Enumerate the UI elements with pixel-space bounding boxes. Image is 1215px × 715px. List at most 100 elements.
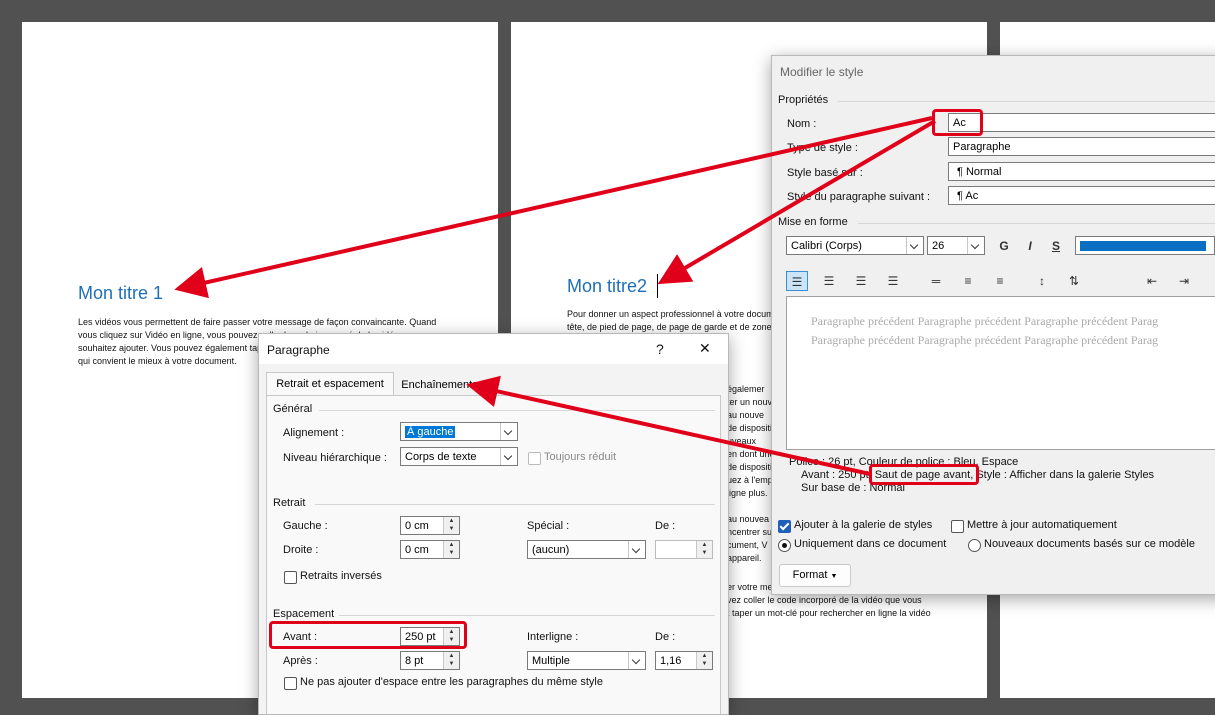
dialog-title: Modifier le style (780, 65, 864, 79)
checkbox-ne-pas-ajouter[interactable] (284, 677, 297, 690)
desc-avant: Avant : 250 pt, (801, 469, 875, 481)
de2-input[interactable]: 1,16 ▲ ▼ (655, 651, 713, 670)
chevron-down-icon[interactable] (906, 237, 923, 254)
align-center-button[interactable]: ☰ (818, 271, 840, 291)
style-base-select[interactable]: ¶ Normal (948, 162, 1215, 181)
spacing-increase-icon[interactable]: ↕ (1031, 271, 1053, 291)
spinner-icon[interactable]: ▲ ▼ (696, 652, 712, 669)
close-icon[interactable]: ✕ (699, 340, 711, 357)
chevron-down-icon[interactable] (628, 541, 645, 558)
divider (339, 615, 715, 616)
size-value: 26 (932, 240, 945, 252)
gauche-input[interactable]: 0 cm ▲ ▼ (400, 516, 460, 535)
ne-pas-ajouter-label[interactable]: Ne pas ajouter d'espace entre les paragr… (300, 676, 603, 688)
uniquement-document-label[interactable]: Uniquement dans ce document (794, 538, 946, 550)
align-right-button[interactable]: ☰ (850, 271, 872, 291)
type-style-label: Type de style : (787, 142, 858, 154)
font-value: Calibri (Corps) (791, 240, 862, 252)
apres-label: Après : (283, 655, 318, 667)
caret-down-icon: ▼ (830, 573, 838, 580)
spinner-icon[interactable]: ▲ ▼ (443, 517, 459, 534)
mettre-a-jour-label[interactable]: Mettre à jour automatiquement (967, 519, 1117, 531)
interligne-value: Multiple (532, 655, 570, 667)
section-general: Général (273, 403, 313, 415)
highlight-saut-de-page (869, 464, 979, 485)
checkbox-retraits-inverses[interactable] (284, 571, 297, 584)
nouveaux-documents-label[interactable]: Nouveaux documents basés sur ce modèle (984, 538, 1195, 550)
nom-label: Nom : (787, 118, 817, 130)
style-suivant-select[interactable]: ¶ Ac (948, 186, 1215, 205)
divider (838, 101, 1215, 102)
ajouter-galerie-label[interactable]: Ajouter à la galerie de styles (794, 519, 932, 531)
checkbox-ajouter-galerie[interactable] (778, 520, 791, 533)
help-icon[interactable]: ? (656, 341, 664, 357)
heading-mon-titre-1[interactable]: Mon titre 1 (78, 283, 163, 304)
line-spacing-onehalf-button[interactable]: ≡ (957, 271, 979, 291)
special-select[interactable]: (aucun) (527, 540, 646, 559)
radio-uniquement-document[interactable] (778, 539, 791, 552)
underline-button[interactable]: S (1045, 236, 1067, 256)
align-left-button[interactable]: ☰ (786, 271, 808, 291)
divider (319, 410, 715, 411)
line-spacing-double-button[interactable]: ≡ (989, 271, 1011, 291)
gauche-value: 0 cm (405, 520, 429, 532)
indent-decrease-icon[interactable]: ⇤ (1141, 271, 1163, 291)
spacing-decrease-icon[interactable]: ⇅ (1063, 271, 1085, 291)
spinner-icon[interactable]: ▲ ▼ (443, 541, 459, 558)
section-mise-en-forme: Mise en forme (778, 216, 848, 228)
style-suivant-label: Style du paragraphe suivant : (787, 191, 931, 203)
font-color-picker[interactable] (1075, 236, 1215, 255)
spinner-icon[interactable]: ▲ ▼ (696, 541, 712, 558)
paragraphe-dialog: Paragraphe ? ✕ Retrait et espacement Enc… (258, 333, 729, 715)
size-select[interactable]: 26 (927, 236, 985, 255)
tab-enchainements-label: Enchaînements (401, 379, 478, 391)
text-cursor (657, 274, 658, 298)
special-value: (aucun) (532, 544, 570, 556)
highlight-avant (269, 621, 467, 649)
gauche-label: Gauche : (283, 520, 328, 532)
bold-button[interactable]: G (993, 236, 1015, 256)
niveau-select[interactable]: Corps de texte (400, 447, 518, 466)
style-base-label: Style basé sur : (787, 167, 863, 179)
divider (315, 504, 715, 505)
chevron-down-icon[interactable] (500, 448, 517, 465)
chevron-down-icon[interactable] (628, 652, 645, 669)
format-button[interactable]: Format ▼ (779, 564, 851, 587)
section-proprietes: Propriétés (778, 94, 829, 106)
de-input[interactable]: ▲ ▼ (655, 540, 713, 559)
interligne-select[interactable]: Multiple (527, 651, 646, 670)
alignement-select[interactable]: À gauche (400, 422, 518, 441)
section-espacement: Espacement (273, 608, 335, 620)
color-swatch (1080, 241, 1206, 251)
retraits-inverses-label[interactable]: Retraits inversés (300, 570, 382, 582)
droite-label: Droite : (283, 544, 319, 556)
modifier-style-dialog: Modifier le style Propriétés Nom : Ac Ty… (771, 55, 1215, 595)
type-style-select[interactable]: Paragraphe (948, 137, 1215, 156)
chevron-down-icon[interactable] (500, 423, 517, 440)
nom-input[interactable]: Ac (948, 113, 1215, 132)
desc-style: , Style : Afficher dans la galerie Style… (970, 469, 1155, 481)
de2-label: De : (655, 631, 676, 643)
line-spacing-single-button[interactable]: ═ (925, 271, 947, 291)
heading-mon-titre-2[interactable]: Mon titre2 (567, 276, 647, 297)
apres-input[interactable]: 8 pt ▲ ▼ (400, 651, 460, 670)
radio-nouveaux-documents[interactable] (968, 539, 981, 552)
justify-button[interactable]: ☰ (882, 271, 904, 291)
italic-button[interactable]: I (1019, 236, 1041, 256)
apres-value: 8 pt (405, 655, 424, 667)
font-select[interactable]: Calibri (Corps) (786, 236, 924, 255)
special-label: Spécial : (527, 520, 570, 532)
de2-value: 1,16 (660, 655, 682, 667)
alignement-label: Alignement : (283, 427, 345, 439)
niveau-label: Niveau hiérarchique : (283, 452, 387, 464)
niveau-value: Corps de texte (405, 451, 477, 463)
chevron-down-icon[interactable] (967, 237, 984, 254)
indent-increase-icon[interactable]: ⇥ (1173, 271, 1195, 291)
tab-enchainements[interactable]: Enchaînements (392, 374, 487, 396)
tab-panel (266, 395, 721, 714)
spinner-icon[interactable]: ▲ ▼ (443, 652, 459, 669)
checkbox-mettre-a-jour[interactable] (951, 520, 964, 533)
tab-retrait-espacement[interactable]: Retrait et espacement (266, 372, 394, 397)
preview-text: Paragraphe précédent Paragraphe précéden… (811, 314, 1159, 347)
droite-input[interactable]: 0 cm ▲ ▼ (400, 540, 460, 559)
